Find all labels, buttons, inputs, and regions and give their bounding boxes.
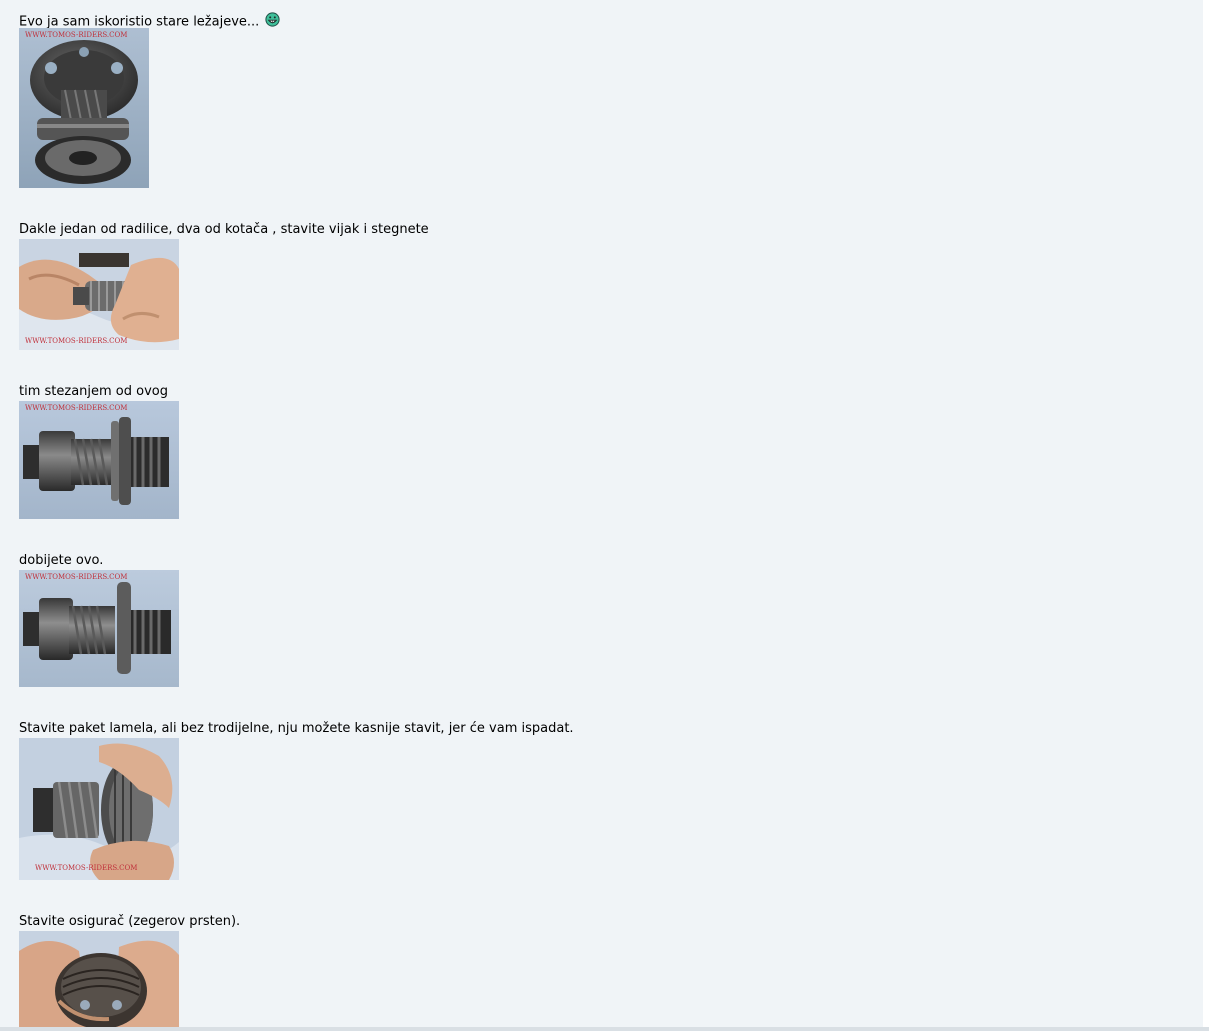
hands-placing-clutch-plates-photo[interactable]: WWW.TOMOS-RIDERS.COM xyxy=(19,738,179,880)
bearings-on-pinion-photo[interactable]: WWW.TOMOS-RIDERS.COM xyxy=(19,28,149,188)
post-text: Stavite osigurač (zegerov prsten). xyxy=(19,914,241,929)
post-text-line: Stavite osigurač (zegerov prsten). xyxy=(19,914,240,930)
photo-watermark: WWW.TOMOS-RIDERS.COM xyxy=(25,31,127,39)
grin-smiley-icon xyxy=(265,12,280,32)
post-text: Stavite paket lamela, ali bez trodijelne… xyxy=(19,721,574,736)
photo-watermark: WWW.TOMOS-RIDERS.COM xyxy=(35,864,137,872)
gear-assembly-before-photo[interactable]: WWW.TOMOS-RIDERS.COM xyxy=(19,401,179,519)
post-text-line: tim stezanjem od ovog xyxy=(19,384,168,400)
post-text-line: Stavite paket lamela, ali bez trodijelne… xyxy=(19,721,574,737)
post-text-line: Dakle jedan od radilice, dva od kotača ,… xyxy=(19,222,429,238)
page-bottom-edge xyxy=(0,1027,1209,1031)
page-right-edge xyxy=(1203,0,1209,1031)
hands-holding-clutch-photo[interactable] xyxy=(19,931,179,1027)
hands-tightening-screw-photo[interactable]: WWW.TOMOS-RIDERS.COM xyxy=(19,239,179,350)
photo-watermark: WWW.TOMOS-RIDERS.COM xyxy=(25,573,127,581)
photo-watermark: WWW.TOMOS-RIDERS.COM xyxy=(25,337,127,345)
post-text: tim stezanjem od ovog xyxy=(19,384,168,399)
photo-watermark: WWW.TOMOS-RIDERS.COM xyxy=(25,404,127,412)
post-text: Dakle jedan od radilice, dva od kotača ,… xyxy=(19,222,429,237)
post-text: dobijete ovo. xyxy=(19,553,104,568)
post-text-line: dobijete ovo. xyxy=(19,553,103,569)
gear-assembly-after-photo[interactable]: WWW.TOMOS-RIDERS.COM xyxy=(19,570,179,687)
